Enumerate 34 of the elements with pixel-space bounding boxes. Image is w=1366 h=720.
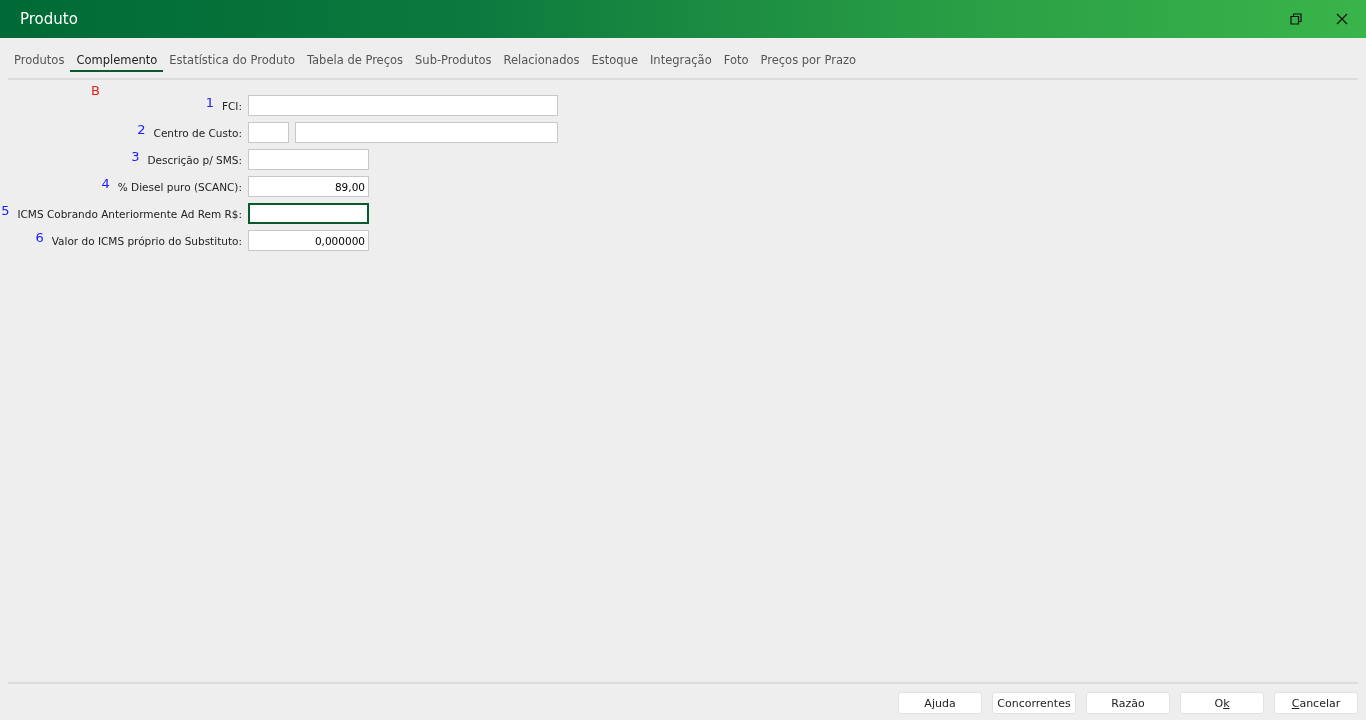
tab[interactable]: Integração [643,50,718,72]
field-label: Valor do ICMS próprio do Substituto: [51,234,242,247]
tab[interactable]: Foto [717,50,755,72]
tab[interactable]: Relacionados [497,50,586,72]
dialog-button[interactable]: Razão [1086,692,1170,714]
dialog-button[interactable]: Ok [1180,692,1264,714]
field-label: % Diesel puro (SCANC): [117,180,242,193]
field-label: FCI: [222,99,242,112]
close-icon[interactable] [1336,13,1348,25]
input-field[interactable] [248,203,369,224]
tab[interactable]: Preços por Prazo [754,50,863,72]
tab[interactable]: Estoque [585,50,644,72]
field-label: Descrição p/ SMS: [147,153,242,166]
tab[interactable]: Produtos [8,50,71,72]
tab[interactable]: Estatística do Produto [163,50,301,72]
annotation-number: 6 [35,230,44,245]
field-label: Centro de Custo: [153,126,242,139]
annotation-number: 5 [1,203,10,218]
tab[interactable]: Tabela de Preços [300,50,410,72]
annotation-number: 3 [131,149,140,164]
field-label: ICMS Cobrando Anteriormente Ad Rem R$: [17,207,242,220]
dialog-button[interactable]: Cancelar [1274,692,1358,714]
tab[interactable]: Complemento [70,50,164,72]
input-field[interactable]: 89,00 [248,176,369,197]
dialog-button[interactable]: Ajuda [898,692,982,714]
annotation-letter: B [91,83,100,98]
input-field[interactable]: 0,000000 [248,230,369,251]
annotation-number: 4 [101,176,110,191]
tab[interactable]: Sub-Produtos [409,50,498,72]
annotation-number: 2 [137,122,146,137]
annotation-number: 1 [205,95,214,110]
window-title: Produto [20,10,78,28]
restore-icon[interactable] [1290,13,1302,25]
dialog-button[interactable]: Concorrentes [992,692,1076,714]
